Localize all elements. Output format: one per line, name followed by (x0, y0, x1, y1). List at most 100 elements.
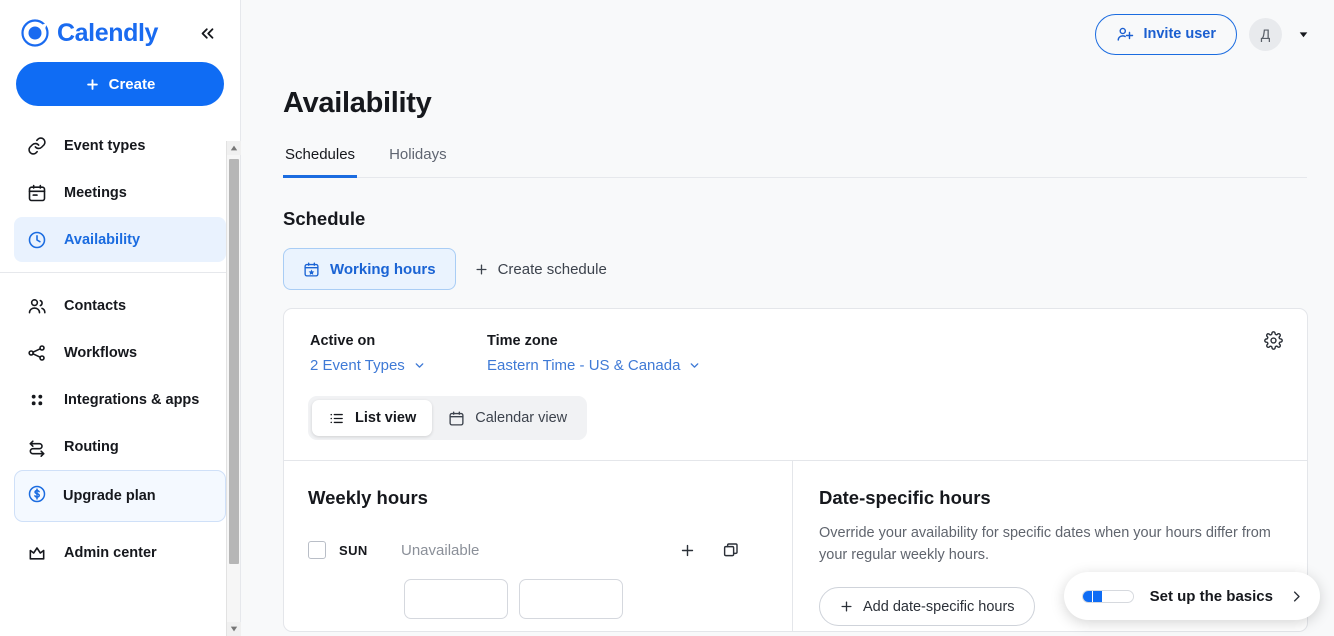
table-row: SUN Unavailable (308, 541, 768, 559)
progress-segment (1082, 590, 1093, 602)
upgrade-plan-label: Upgrade plan (63, 488, 156, 504)
day-row-actions (679, 541, 768, 559)
copy-times-button[interactable] (722, 541, 740, 559)
create-button-label: Create (108, 75, 156, 93)
sidebar-header: Calendly (0, 0, 240, 48)
sidebar-scrollbar[interactable] (226, 141, 241, 636)
timezone-dropdown[interactable]: Eastern Time - US & Canada (487, 357, 701, 374)
sidebar-item-admin-center[interactable]: Admin center (14, 530, 226, 575)
invite-user-label: Invite user (1143, 26, 1216, 42)
sidebar-item-event-types[interactable]: Event types (14, 123, 226, 168)
add-interval-button[interactable] (679, 542, 696, 559)
create-schedule-button[interactable]: Create schedule (470, 261, 611, 278)
sidebar-item-label: Routing (64, 438, 119, 455)
page-title: Availability (283, 87, 432, 119)
tab-schedules[interactable]: Schedules (283, 146, 358, 178)
sidebar-item-workflows[interactable]: Workflows (14, 330, 226, 375)
progress-segment (1103, 590, 1113, 602)
chevron-right-icon (1289, 589, 1304, 604)
calendar-icon (26, 182, 48, 204)
calendly-logo[interactable]: Calendly (20, 18, 158, 48)
list-view-tab[interactable]: List view (312, 400, 433, 436)
schedule-controls: Working hours Create schedule (283, 248, 1334, 290)
sidebar-item-integrations[interactable]: Integrations & apps (14, 377, 226, 422)
timezone-value: Eastern Time - US & Canada (487, 357, 681, 374)
chevron-double-left-icon (201, 27, 213, 39)
app-root: Calendly Create Event types Meetings Ava… (0, 0, 1334, 636)
active-on-label: Active on (310, 333, 376, 349)
calendly-logomark-icon (21, 19, 49, 47)
scrollbar-up-arrow[interactable] (227, 141, 241, 155)
sidebar-item-label: Admin center (64, 544, 157, 561)
workflows-icon (26, 342, 48, 364)
scrollbar-thumb[interactable] (229, 159, 239, 564)
calendar-star-icon (304, 261, 319, 277)
schedule-card-header: Active on 2 Event Types Time zone Easter… (284, 309, 1307, 374)
plus-icon (86, 78, 98, 90)
main-content: Invite user Д Availability Schedules Hol… (241, 0, 1334, 636)
collapse-sidebar-button[interactable] (194, 20, 220, 46)
date-specific-title: Date-specific hours (819, 487, 991, 508)
setup-basics-widget[interactable]: Set up the basics (1063, 572, 1320, 620)
grid-icon (26, 389, 48, 411)
day-label: SUN (339, 542, 368, 558)
sidebar-nav: Event types Meetings Availability Contac… (0, 122, 240, 588)
schedule-working-hours-button[interactable]: Working hours (283, 248, 456, 290)
page-content: Availability Schedules Holidays Schedule (241, 87, 1334, 632)
tab-holidays[interactable]: Holidays (387, 146, 449, 178)
add-date-specific-label: Add date-specific hours (863, 598, 1015, 615)
sidebar-item-routing[interactable]: Routing (14, 424, 226, 469)
setup-basics-label: Set up the basics (1149, 587, 1273, 605)
account-menu-button[interactable] (1294, 25, 1312, 43)
weekly-hours-title: Weekly hours (308, 487, 428, 508)
sidebar-item-label: Integrations & apps (64, 391, 200, 408)
schedule-settings-button[interactable] (1264, 331, 1283, 355)
chevron-down-icon (415, 363, 424, 368)
sidebar-item-label: Meetings (64, 184, 127, 201)
active-on-dropdown[interactable]: 2 Event Types (310, 357, 487, 374)
sidebar-item-meetings[interactable]: Meetings (14, 170, 226, 215)
gear-icon (1264, 331, 1283, 350)
plus-icon (681, 544, 694, 556)
create-schedule-label: Create schedule (497, 260, 607, 278)
scrollbar-down-arrow[interactable] (227, 622, 241, 636)
active-on-value: 2 Event Types (310, 357, 405, 374)
plus-icon (476, 263, 487, 275)
progress-segment (1113, 590, 1123, 602)
chevron-down-icon (1299, 31, 1307, 37)
sidebar-item-label: Event types (64, 137, 146, 154)
tab-label: Holidays (389, 146, 447, 163)
timezone-group: Time zone Eastern Time - US & Canada (487, 333, 701, 374)
schedule-section-title: Schedule (283, 208, 366, 229)
contacts-icon (26, 295, 48, 317)
time-interval-inputs (404, 579, 768, 619)
invite-user-button[interactable]: Invite user (1095, 13, 1237, 55)
date-specific-description: Override your availability for specific … (819, 525, 1271, 564)
end-time-input[interactable] (519, 579, 623, 619)
sidebar-nav-bottom: Upgrade plan Admin center (0, 470, 240, 588)
sidebar: Calendly Create Event types Meetings Ava… (0, 0, 241, 636)
weekly-hours-panel: Weekly hours SUN Unavailable (284, 461, 793, 631)
routing-icon (26, 436, 48, 458)
avatar[interactable]: Д (1249, 17, 1282, 51)
sidebar-item-availability[interactable]: Availability (14, 217, 226, 262)
list-icon (330, 413, 343, 423)
sidebar-divider (0, 272, 240, 273)
dollar-circle-icon (27, 484, 47, 508)
create-button[interactable]: Create (16, 62, 224, 106)
progress-segment (1123, 590, 1133, 602)
timezone-label: Time zone (487, 333, 558, 349)
upgrade-plan-button[interactable]: Upgrade plan (14, 470, 226, 522)
chevron-down-icon (691, 363, 699, 368)
day-checkbox-sun[interactable] (308, 541, 326, 559)
sidebar-item-contacts[interactable]: Contacts (14, 283, 226, 328)
avatar-initial: Д (1260, 26, 1271, 42)
view-tab-label: Calendar view (475, 410, 568, 426)
page-tabs: Schedules Holidays (283, 146, 1307, 178)
user-plus-icon (1118, 27, 1134, 41)
start-time-input[interactable] (404, 579, 508, 619)
calendar-view-tab[interactable]: Calendar view (432, 400, 583, 436)
sidebar-item-label: Contacts (64, 297, 127, 314)
add-date-specific-hours-button[interactable]: Add date-specific hours (819, 587, 1035, 627)
link-icon (26, 135, 48, 157)
